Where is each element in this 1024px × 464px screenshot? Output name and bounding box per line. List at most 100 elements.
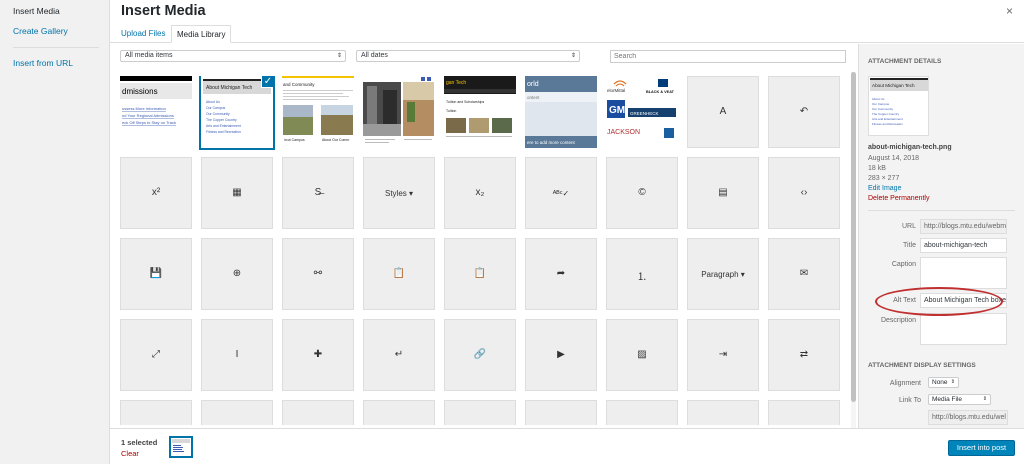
attachment-community[interactable]: and Community ircut Campus About Our Com… [282, 76, 354, 148]
spellcheck-icon: ᴬᴮᶜ✓ [552, 189, 570, 198]
caption-field[interactable] [920, 257, 1007, 289]
thumb-about-link-1: About Us [206, 100, 220, 104]
selection-count: 1 selected [121, 438, 158, 447]
attachment-email[interactable]: ✉ [768, 238, 840, 310]
delete-permanently-link[interactable]: Delete Permanently [868, 195, 929, 202]
logo-4: GREENHECK [630, 111, 659, 116]
attachment-swap[interactable]: ⇄ [768, 319, 840, 391]
attachment-fullscreen[interactable]: ⤢ [120, 319, 192, 391]
media-menu: Insert Media Create Gallery Insert from … [0, 0, 110, 464]
attachment-numbered-list[interactable]: ⒈ [606, 238, 678, 310]
attachment-strikethrough[interactable]: S̶ [282, 157, 354, 229]
attachment-street-photo[interactable] [363, 76, 435, 148]
edit-image-link[interactable]: Edit Image [868, 185, 901, 192]
attachment-paste-word[interactable]: 📋 [444, 238, 516, 310]
attachment-help[interactable]: ⊕ [201, 238, 273, 310]
thumb-about-link-6: Fitness and Recreation [206, 130, 241, 134]
details-thumb-link-2: Our Campus [872, 102, 890, 106]
attachment-tile[interactable] [444, 400, 516, 425]
community-caption-1: ircut Campus [284, 138, 305, 142]
attachment-spellcheck[interactable]: ᴬᴮᶜ✓ [525, 157, 597, 229]
attachment-paragraph[interactable]: Paragraph ▾ [687, 238, 759, 310]
description-field[interactable] [920, 313, 1007, 345]
details-separator [868, 210, 1015, 211]
indent-icon: ⇥ [718, 349, 728, 360]
details-thumbnail: About Michigan Tech About Us Our Campus … [868, 76, 929, 136]
alt-text-field[interactable]: About Michigan Tech boxe [920, 293, 1007, 308]
link-url-field[interactable]: http://blogs.mtu.edu/wel [928, 410, 1008, 425]
caption-label: Caption [891, 261, 916, 268]
attachment-admissions[interactable]: dmissions ussess More Information nd You… [120, 76, 192, 148]
modal-title: Insert Media [121, 3, 206, 19]
attachment-code[interactable]: ‹› [768, 157, 840, 229]
search-input[interactable] [610, 50, 846, 63]
attachment-link[interactable]: 🔗 [444, 319, 516, 391]
attachment-text-color[interactable]: A [687, 76, 759, 148]
alignment-select[interactable]: None ⇕ [928, 377, 959, 388]
media-toolbar-bottom: 1 selected Clear Insert into post [110, 428, 1024, 464]
grid-scrollbar-thumb[interactable] [851, 72, 856, 402]
attachment-about-michigan-tech[interactable]: About Michigan Tech About Us Our Campus … [201, 76, 273, 148]
details-thumb-link-3: Our Community [872, 107, 894, 111]
attachment-italic[interactable]: I [201, 319, 273, 391]
insert-into-post-button[interactable]: Insert into post [948, 440, 1015, 456]
attachment-page-break[interactable]: ▤ [687, 157, 759, 229]
selected-attachment-thumbnail[interactable] [169, 436, 193, 458]
attachment-tile[interactable] [606, 400, 678, 425]
media-type-filter[interactable]: All media items ⇕ [120, 50, 346, 62]
tab-media-library[interactable]: Media Library [171, 25, 232, 43]
date-filter-value: All dates [361, 52, 388, 59]
video-icon: ▶ [557, 349, 565, 360]
date-filter[interactable]: All dates ⇕ [356, 50, 580, 62]
attachment-tile[interactable] [120, 400, 192, 425]
attachment-superscript[interactable]: x² [120, 157, 192, 229]
menu-item-insert-from-url[interactable]: Insert from URL [13, 58, 73, 68]
title-field[interactable]: about-michigan-tech [920, 238, 1007, 253]
plugin-icon: ✚ [313, 349, 323, 360]
attachment-tile[interactable] [363, 400, 435, 425]
checkmark-icon[interactable]: ✓ [261, 76, 273, 88]
close-icon[interactable]: × [1006, 4, 1013, 18]
attachment-save[interactable]: 💾 [120, 238, 192, 310]
attachment-sponsor-logos[interactable]: elorMittal BLACK & VEAT GM GREENHECK JAC… [606, 76, 678, 148]
copyright-icon: © [638, 187, 646, 198]
table-icon: ▦ [232, 187, 242, 198]
attachment-tile[interactable] [687, 400, 759, 425]
attachment-subscript[interactable]: x₂ [444, 157, 516, 229]
tech-header: gan Tech [446, 80, 466, 86]
attachment-tile[interactable] [525, 400, 597, 425]
admissions-title: dmissions [122, 87, 158, 96]
attachment-indent[interactable]: ⇥ [687, 319, 759, 391]
attachment-video[interactable]: ▶ [525, 319, 597, 391]
logo-2: BLACK & VEAT [646, 90, 675, 94]
attachment-table[interactable]: ▦ [201, 157, 273, 229]
attachment-tile[interactable] [282, 400, 354, 425]
fullscreen-icon: ⤢ [152, 349, 160, 360]
attachment-tile[interactable] [201, 400, 273, 425]
attachment-styles[interactable]: Styles ▾ [363, 157, 435, 229]
media-frame: Insert Media × Upload Files Media Librar… [110, 0, 1024, 464]
url-field[interactable]: http://blogs.mtu.edu/webm [920, 219, 1007, 234]
attachment-tile[interactable] [768, 400, 840, 425]
clear-selection-link[interactable]: Clear [121, 449, 139, 458]
link-to-select[interactable]: Media File ⇕ [928, 394, 991, 405]
attachment-enter[interactable]: ↵ [363, 319, 435, 391]
attachment-tech-page[interactable]: gan Tech Tuition and Scholarships Tuitio… [444, 76, 516, 148]
attachment-redo[interactable]: ➦ [525, 238, 597, 310]
thumb-about-title: About Michigan Tech [206, 85, 253, 91]
attachment-unlink[interactable]: ⚯ [282, 238, 354, 310]
attachment-world-page[interactable]: orld ontent ere to add more content [525, 76, 597, 148]
world-page-thumbnail: orld ontent ere to add more content [525, 76, 597, 148]
attachment-paste[interactable]: 📋 [363, 238, 435, 310]
attachment-plugin[interactable]: ✚ [282, 319, 354, 391]
menu-item-create-gallery[interactable]: Create Gallery [13, 26, 68, 36]
tab-upload-files[interactable]: Upload Files [116, 25, 170, 43]
admissions-thumbnail: dmissions ussess More Information nd You… [120, 76, 192, 148]
attachment-image[interactable]: ▨ [606, 319, 678, 391]
logo-5: JACKSON [607, 129, 640, 136]
menu-item-insert-media[interactable]: Insert Media [13, 6, 60, 16]
attachment-undo[interactable]: ↶ [768, 76, 840, 148]
url-label: URL [901, 223, 916, 230]
link-to-label: Link To [898, 397, 921, 404]
attachment-copyright[interactable]: © [606, 157, 678, 229]
